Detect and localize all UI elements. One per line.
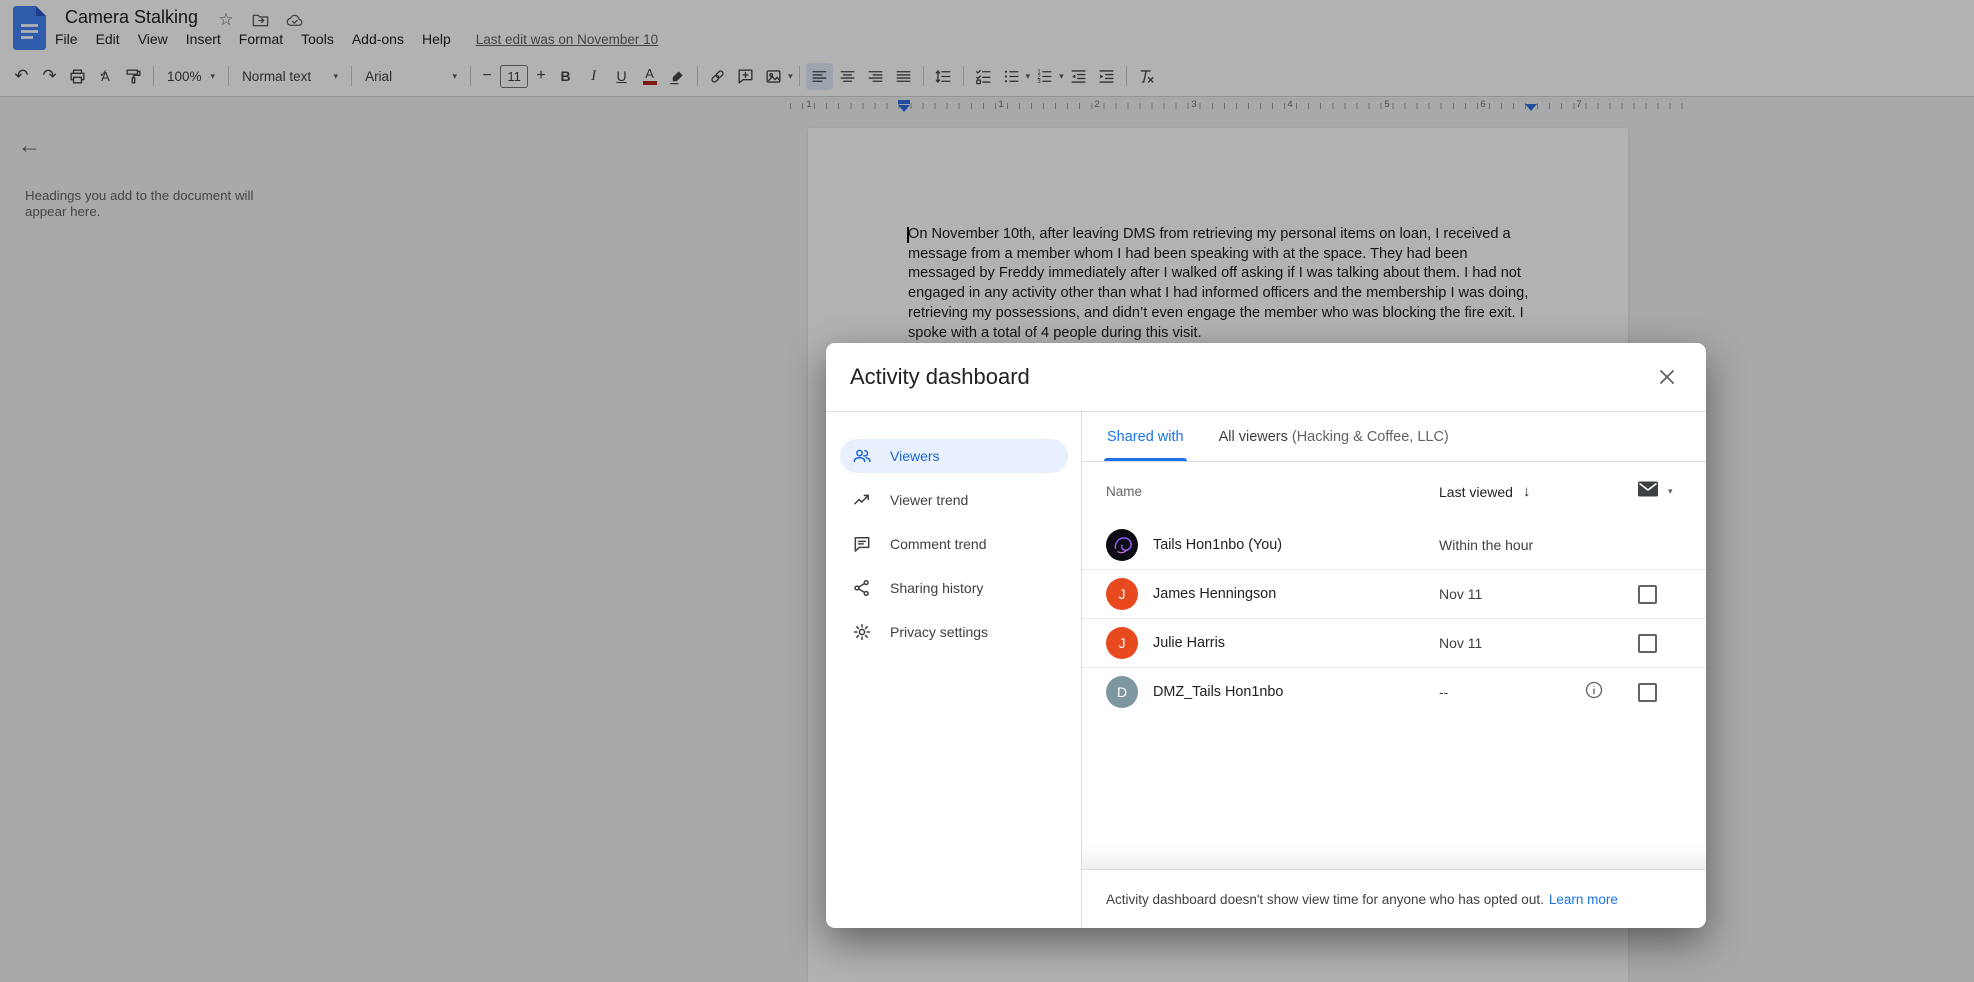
column-header-name[interactable]: Name (1082, 484, 1439, 499)
avatar: J (1106, 578, 1138, 610)
sort-descending-icon[interactable]: ↓ (1523, 483, 1531, 500)
sidebar-item-label: Sharing history (890, 580, 983, 596)
viewer-row: J Julie Harris Nov 11 (1082, 619, 1706, 668)
table-empty-space (1082, 716, 1706, 869)
sidebar-item-privacy-settings[interactable]: Privacy settings (840, 615, 1068, 649)
last-viewed-value: Within the hour (1439, 537, 1584, 553)
viewer-name-cell: J Julie Harris (1082, 627, 1439, 659)
google-docs-screen: Camera Stalking ☆ FileEditViewInsertForm… (0, 0, 1974, 982)
dialog-title: Activity dashboard (850, 364, 1030, 390)
dialog-header: Activity dashboard (826, 343, 1706, 412)
column-header-last-viewed[interactable]: Last viewed↓ (1439, 483, 1584, 500)
sidebar-item-label: Comment trend (890, 536, 986, 552)
email-select-checkbox[interactable] (1638, 683, 1657, 702)
sidebar-item-comment-trend[interactable]: Comment trend (840, 527, 1068, 561)
comment-icon (852, 534, 872, 554)
table-header: Name Last viewed↓ ▾ (1082, 462, 1706, 521)
sidebar-item-label: Viewer trend (890, 492, 968, 508)
viewers-tabs: Shared with All viewers (Hacking & Coffe… (1082, 412, 1706, 462)
learn-more-link[interactable]: Learn more (1549, 892, 1618, 907)
viewer-name-cell: J James Henningson (1082, 578, 1439, 610)
email-select-checkbox[interactable] (1638, 634, 1657, 653)
activity-dashboard-dialog: Activity dashboard Viewers Viewer trend Co… (826, 343, 1706, 928)
avatar: J (1106, 627, 1138, 659)
email-icon[interactable] (1637, 480, 1659, 503)
sidebar-item-viewer-trend[interactable]: Viewer trend (840, 483, 1068, 517)
last-viewed-value: -- (1439, 684, 1584, 700)
sidebar-item-label: Privacy settings (890, 624, 988, 640)
sidebar-item-sharing-history[interactable]: Sharing history (840, 571, 1068, 605)
people-icon (852, 446, 872, 466)
avatar: D (1106, 676, 1138, 708)
footer-note: Activity dashboard doesn't show view tim… (1106, 892, 1544, 907)
tab-all-viewers-label: All viewers (1219, 429, 1288, 445)
viewer-row: J James Henningson Nov 11 (1082, 570, 1706, 619)
avatar (1106, 529, 1138, 561)
email-dropdown-caret[interactable]: ▾ (1668, 486, 1673, 497)
viewer-name-cell: Tails Hon1nbo (You) (1082, 529, 1439, 561)
share-icon (852, 578, 872, 598)
viewer-name-cell: D DMZ_Tails Hon1nbo (1082, 676, 1439, 708)
tab-shared-with[interactable]: Shared with (1104, 412, 1187, 461)
tab-all-viewers-org: (Hacking & Coffee, LLC) (1292, 429, 1449, 445)
gear-icon (852, 622, 872, 642)
close-icon[interactable] (1654, 364, 1680, 390)
trend-icon (852, 490, 872, 510)
info-icon[interactable] (1584, 680, 1604, 705)
tab-all-viewers[interactable]: All viewers (Hacking & Coffee, LLC) (1219, 412, 1449, 461)
dialog-content: Shared with All viewers (Hacking & Coffe… (1082, 412, 1706, 928)
dialog-nav: Viewers Viewer trend Comment trend Sharing … (826, 412, 1082, 928)
viewer-name: Tails Hon1nbo (You) (1153, 537, 1282, 553)
email-select-checkbox[interactable] (1638, 585, 1657, 604)
sidebar-item-viewers[interactable]: Viewers (840, 439, 1068, 473)
dialog-body: Viewers Viewer trend Comment trend Sharing … (826, 412, 1706, 928)
dialog-footer: Activity dashboard doesn't show view tim… (1082, 869, 1706, 928)
viewer-name: DMZ_Tails Hon1nbo (1153, 684, 1283, 700)
viewer-name: James Henningson (1153, 586, 1276, 602)
viewer-row: Tails Hon1nbo (You) Within the hour (1082, 521, 1706, 570)
viewer-name: Julie Harris (1153, 635, 1225, 651)
sidebar-item-label: Viewers (890, 448, 940, 464)
last-viewed-value: Nov 11 (1439, 635, 1584, 651)
viewer-row: D DMZ_Tails Hon1nbo -- (1082, 668, 1706, 716)
last-viewed-value: Nov 11 (1439, 586, 1584, 602)
